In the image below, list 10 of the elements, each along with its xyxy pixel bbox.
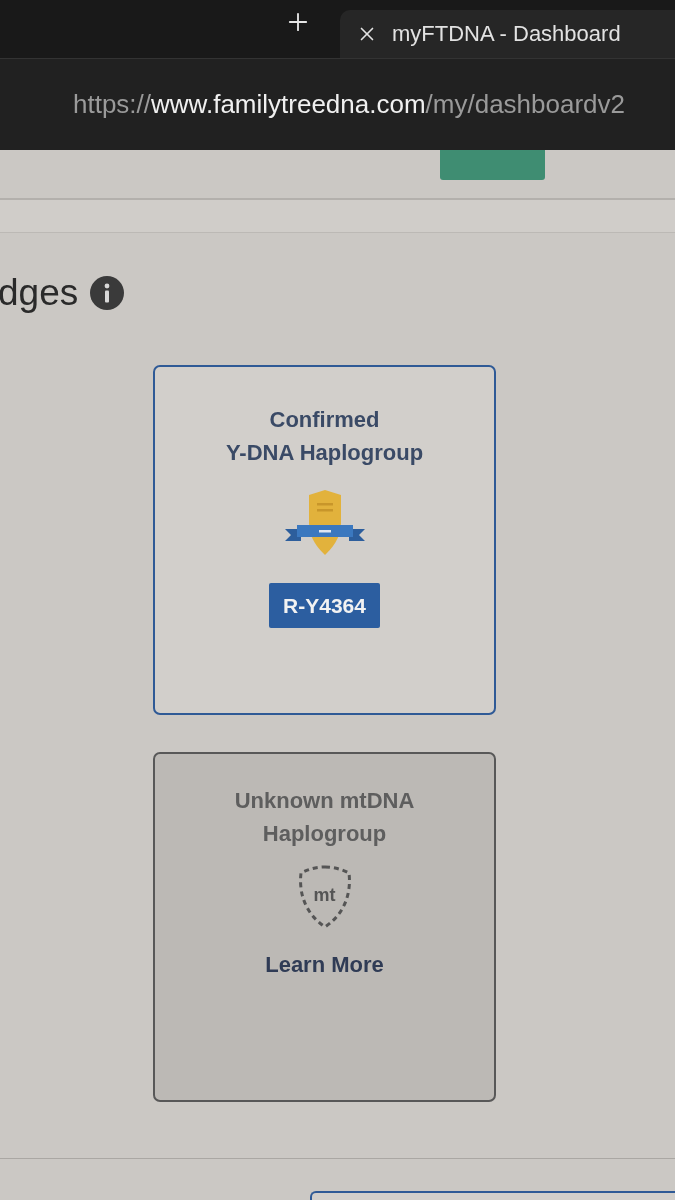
haplogroup-tag: R-Y4364 <box>269 583 380 628</box>
learn-more-link[interactable]: Learn More <box>265 952 384 978</box>
tab-title: myFTDNA - Dashboard <box>392 21 621 47</box>
icon-label: mt <box>313 885 336 906</box>
badge-title: Confirmed Y-DNA Haplogroup <box>225 406 424 467</box>
section-heading: dges <box>0 271 79 315</box>
badge-title: Unknown mtDNA Haplogroup <box>234 787 415 848</box>
browser-tab[interactable]: myFTDNA - Dashboard <box>340 10 675 58</box>
info-icon[interactable] <box>90 276 125 310</box>
address-bar[interactable]: https://www.familytreedna.com/my/dashboardv2 <box>0 58 675 150</box>
